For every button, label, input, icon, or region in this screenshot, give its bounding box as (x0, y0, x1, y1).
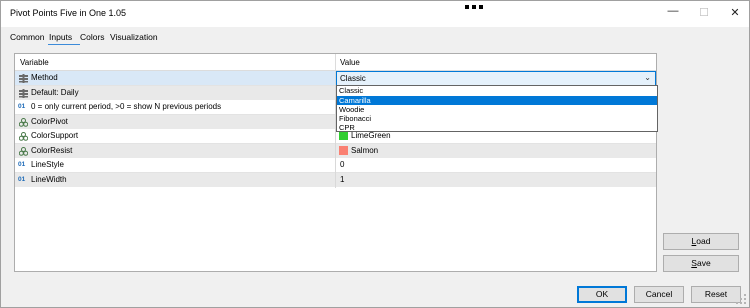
resize-grip-icon[interactable] (736, 294, 746, 304)
row-variable-cell: Method (15, 71, 335, 85)
table-row[interactable]: ColorResist Salmon (15, 143, 656, 159)
tab-common[interactable]: Common (10, 32, 44, 42)
dropdown-option-cpr[interactable]: CPR (337, 123, 657, 133)
row-value: 1 (340, 174, 345, 184)
ok-button[interactable]: OK (577, 286, 627, 303)
enum-icon (19, 74, 28, 83)
load-label-rest: oad (696, 236, 711, 246)
title-bar[interactable]: Pivot Points Five in One 1.05 — ☐ ✕ (1, 1, 749, 27)
maximize-icon[interactable]: ☐ (697, 6, 711, 20)
row-variable-cell: 01 0 = only current period, >0 = show N … (15, 100, 335, 114)
row-name: LineStyle (31, 160, 64, 169)
color-icon (19, 117, 28, 127)
int-icon: 01 (18, 161, 26, 168)
row-variable-cell: Default: Daily (15, 85, 335, 100)
row-name: LineWidth (31, 174, 67, 184)
cancel-button[interactable]: Cancel (634, 286, 684, 303)
tab-visualization[interactable]: Visualization (110, 32, 158, 42)
table-row[interactable]: 01 LineWidth 1 (15, 172, 656, 188)
tab-colors[interactable]: Colors (80, 32, 105, 42)
close-icon[interactable]: ✕ (728, 6, 742, 20)
color-icon (19, 132, 28, 141)
row-value: 0 (340, 160, 345, 169)
row-name: Default: Daily (31, 87, 79, 97)
row-variable-cell: 01 LineStyle (15, 158, 335, 172)
row-variable-cell: 01 LineWidth (15, 172, 335, 187)
method-dropdown-list: Classic Camarilla Woodie Fibonacci CPR (336, 85, 658, 132)
window-title: Pivot Points Five in One 1.05 (10, 8, 127, 18)
row-value-cell[interactable]: 1 (336, 172, 656, 187)
row-value: Salmon (351, 145, 379, 155)
minimize-icon[interactable]: — (666, 4, 680, 18)
dropdown-option-camarilla[interactable]: Camarilla (337, 95, 657, 105)
row-variable-cell: ColorResist (15, 143, 335, 158)
row-name: ColorPivot (31, 116, 68, 126)
grid-header: Variable Value (15, 54, 656, 71)
header-variable[interactable]: Variable (20, 58, 49, 67)
load-button[interactable]: Load (663, 233, 739, 250)
enum-icon (19, 88, 28, 98)
save-button[interactable]: Save (663, 255, 739, 272)
tab-inputs[interactable]: Inputs (49, 32, 72, 42)
row-value-cell[interactable]: 0 (336, 158, 656, 172)
method-combobox-value: Classic (340, 74, 366, 83)
active-tab-indicator (48, 44, 80, 45)
row-name: 0 = only current period, >0 = show N pre… (31, 102, 222, 111)
reset-button[interactable]: Reset (691, 286, 741, 303)
row-name: Method (31, 73, 58, 82)
chevron-down-icon[interactable]: ⌄ (644, 73, 651, 82)
row-variable-cell: ColorSupport (15, 129, 335, 143)
table-row[interactable]: 01 LineStyle 0 (15, 158, 656, 173)
header-value[interactable]: Value (340, 58, 360, 67)
int-icon: 01 (18, 103, 26, 110)
row-name: ColorResist (31, 145, 73, 155)
titlebar-decoration (465, 1, 525, 9)
int-icon: 01 (18, 175, 26, 183)
save-label-rest: ave (696, 258, 711, 268)
method-combobox[interactable]: Classic ⌄ (336, 71, 656, 86)
row-name: ColorSupport (31, 131, 79, 140)
color-swatch (339, 145, 348, 155)
row-value-cell[interactable]: Salmon (336, 143, 656, 158)
header-separator (335, 54, 336, 71)
row-variable-cell: ColorPivot (15, 114, 335, 129)
dialog-window: Pivot Points Five in One 1.05 — ☐ ✕ Comm… (0, 0, 750, 308)
dropdown-option-classic[interactable]: Classic (337, 86, 657, 96)
color-icon (19, 146, 28, 156)
